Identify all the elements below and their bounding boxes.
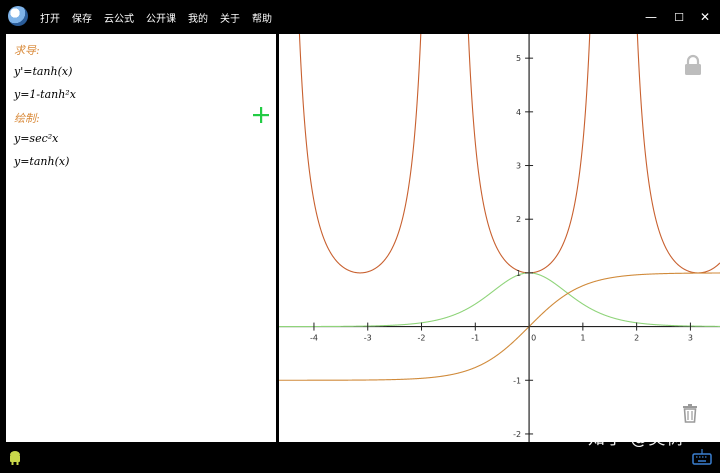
expression-row[interactable]: y=tanh(x): [14, 155, 69, 168]
y-tick-label: -2: [513, 430, 521, 439]
android-icon[interactable]: [8, 450, 22, 466]
y-tick-label: 4: [516, 108, 521, 117]
menu-help[interactable]: 帮助: [246, 10, 278, 25]
menu-cloud-formula[interactable]: 云公式: [98, 10, 140, 25]
menu-save[interactable]: 保存: [66, 10, 98, 25]
app-logo-icon[interactable]: [8, 6, 28, 26]
curve-sech2: [279, 272, 720, 328]
expression-row[interactable]: y=sec²x: [14, 132, 58, 145]
keyboard-icon[interactable]: [692, 448, 712, 466]
function-plot[interactable]: -4 -3 -2 -1 0 1 2 3 -2 -1 1 2 3 4 5: [279, 0, 720, 442]
x-tick-label: 1: [580, 334, 585, 343]
expression-row[interactable]: y'=tanh(x): [14, 65, 72, 78]
plot-label: 绘制:: [14, 112, 40, 125]
x-tick-label: 0: [531, 334, 536, 343]
menu-open-course[interactable]: 公开课: [140, 10, 182, 25]
y-tick-label: 5: [516, 54, 521, 63]
y-tick-label: 3: [516, 162, 521, 171]
close-button[interactable]: ✕: [690, 0, 720, 34]
x-tick-label: -2: [418, 334, 426, 343]
trash-icon[interactable]: [683, 404, 697, 423]
x-tick-label: 2: [634, 334, 639, 343]
menu-mine[interactable]: 我的: [182, 10, 214, 25]
lock-icon[interactable]: [685, 54, 701, 75]
menu-about[interactable]: 关于: [214, 10, 246, 25]
y-tick-label: 1: [516, 269, 521, 278]
y-tick-label: -1: [513, 376, 521, 385]
expression-row[interactable]: y=1-tanh²x: [14, 88, 76, 101]
derive-label: 求导:: [14, 44, 40, 57]
x-tick-label: 3: [688, 334, 693, 343]
y-tick-label: 2: [516, 215, 521, 224]
menu-bar: 打开 保存 云公式 公开课 我的 关于 帮助: [34, 0, 278, 34]
graph-canvas[interactable]: -4 -3 -2 -1 0 1 2 3 -2 -1 1 2 3 4 5: [279, 0, 720, 442]
curve-sec2: [297, 0, 720, 274]
expression-panel: 求导: y'=tanh(x) y=1-tanh²x 绘制: y=sec²x y=…: [6, 34, 276, 442]
x-tick-label: -1: [471, 334, 479, 343]
watermark-text: 知乎 @灵树: [588, 429, 685, 449]
x-tick-label: -4: [310, 334, 318, 343]
plus-icon[interactable]: [252, 106, 270, 124]
minimize-button[interactable]: —: [636, 0, 666, 34]
x-tick-label: -3: [364, 334, 372, 343]
title-bar: 打开 保存 云公式 公开课 我的 关于 帮助 — ☐ ✕: [0, 0, 720, 34]
menu-open[interactable]: 打开: [34, 10, 66, 25]
